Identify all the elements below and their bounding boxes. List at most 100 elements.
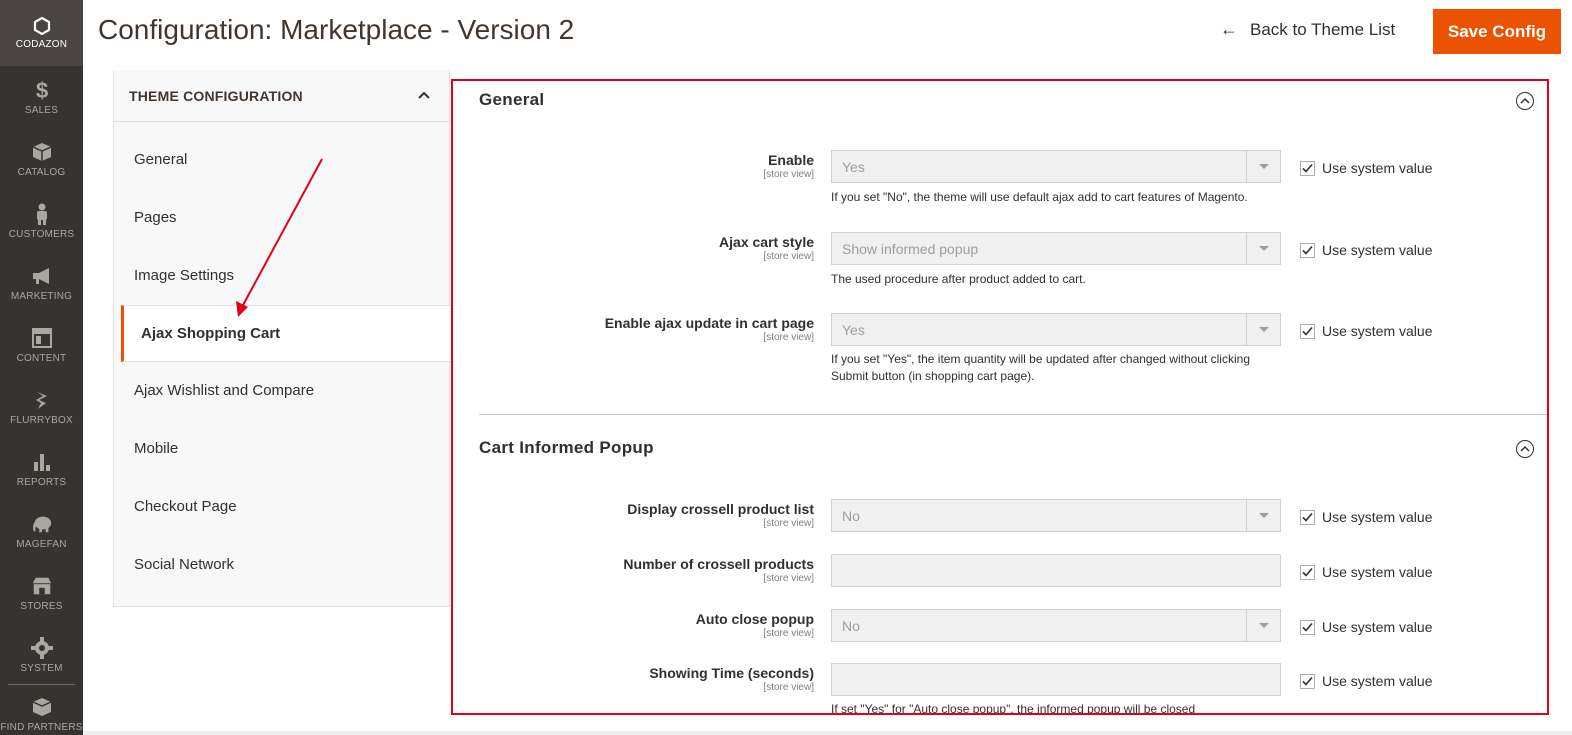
checkbox-checked-icon[interactable] [1300, 323, 1315, 339]
label-text: Display crossell product list [627, 501, 814, 517]
chevron-down-icon [1246, 151, 1280, 182]
nav-label-find-partners: FIND PARTNERS [0, 722, 83, 733]
store-icon [31, 575, 53, 597]
dollar-icon: $ [31, 79, 53, 101]
save-config-button[interactable]: Save Config [1433, 9, 1561, 54]
theme-configuration-header[interactable]: THEME CONFIGURATION [114, 70, 451, 122]
nav-item-customers[interactable]: CUSTOMERS [0, 190, 83, 252]
chevron-down-icon [1246, 500, 1280, 531]
annotation-arrow [236, 158, 323, 317]
checkbox-label: Use system value [1322, 323, 1433, 339]
select-value: No [842, 617, 860, 634]
ajax-cart-style-select[interactable]: Show informed popup [831, 232, 1281, 265]
display-crossell-select[interactable]: No [831, 499, 1281, 532]
section-title-general[interactable]: General [479, 90, 544, 110]
checkbox-label: Use system value [1322, 564, 1433, 580]
nav-label-system: SYSTEM [20, 662, 63, 674]
person-icon [31, 203, 53, 225]
cube-icon [31, 141, 53, 163]
theme-configuration-panel: THEME CONFIGURATION General Pages Image … [113, 70, 451, 607]
checkbox-checked-icon[interactable] [1300, 619, 1315, 635]
ajax-update-select[interactable]: Yes [831, 313, 1281, 346]
label-text: Ajax cart style [719, 234, 814, 250]
logo-label: CODAZON [15, 38, 68, 50]
checkbox-checked-icon[interactable] [1300, 242, 1315, 258]
checkbox-label: Use system value [1322, 619, 1433, 635]
nav-label-sales: SALES [24, 104, 59, 116]
scope-text: [store view] [763, 628, 814, 639]
theme-configuration-title: THEME CONFIGURATION [129, 87, 303, 104]
checkbox-label: Use system value [1322, 242, 1433, 258]
field-label-showing-time: Showing Time (seconds) [store view] [649, 665, 814, 693]
nav-item-sales[interactable]: $ SALES [0, 66, 83, 128]
page-footer-strip [83, 731, 1572, 735]
chevron-up-icon[interactable] [415, 86, 433, 104]
nav-item-flurrybox[interactable]: FLURRYBOX [0, 376, 83, 438]
checkbox-checked-icon[interactable] [1300, 160, 1315, 176]
nav-item-reports[interactable]: REPORTS [0, 438, 83, 500]
use-system-value-enable[interactable]: Use system value [1300, 160, 1432, 176]
logo[interactable]: CODAZON [0, 0, 83, 66]
back-to-theme-list-button[interactable]: ← Back to Theme List [1220, 19, 1395, 40]
nav-label-flurrybox: FLURRYBOX [10, 414, 73, 426]
config-tab-social-network[interactable]: Social Network [114, 536, 451, 593]
field-label-auto-close: Auto close popup [store view] [696, 611, 814, 639]
select-value: No [842, 507, 860, 524]
nav-label-magefan: MAGEFAN [16, 538, 67, 550]
checkbox-label: Use system value [1322, 673, 1433, 689]
section-divider [479, 414, 1547, 415]
auto-close-select[interactable]: No [831, 609, 1281, 642]
config-tab-mobile[interactable]: Mobile [114, 420, 451, 477]
nav-item-find-partners[interactable]: FIND PARTNERS [0, 690, 83, 735]
use-system-value-ajax-cart-style[interactable]: Use system value [1300, 242, 1432, 258]
use-system-value-ajax-update[interactable]: Use system value [1300, 323, 1432, 339]
label-text: Showing Time (seconds) [649, 665, 814, 681]
scope-text: [store view] [763, 573, 814, 584]
nav-divider [8, 684, 75, 685]
checkbox-label: Use system value [1322, 160, 1433, 176]
checkbox-checked-icon[interactable] [1300, 564, 1315, 580]
checkbox-checked-icon[interactable] [1300, 673, 1315, 689]
use-system-value-auto-close[interactable]: Use system value [1300, 619, 1432, 635]
section-title-cart-informed-popup[interactable]: Cart Informed Popup [479, 438, 654, 458]
nav-label-reports: REPORTS [16, 476, 67, 488]
field-note-ajax-cart-style: The used procedure after product added t… [831, 272, 1086, 286]
collapse-general-icon[interactable] [1516, 92, 1534, 110]
config-tab-ajax-wishlist-compare[interactable]: Ajax Wishlist and Compare [114, 362, 451, 419]
config-tab-checkout-page[interactable]: Checkout Page [114, 478, 451, 535]
use-system-value-showing-time[interactable]: Use system value [1300, 673, 1432, 689]
field-note-ajax-update: If you set "Yes", the item quantity will… [831, 352, 1250, 383]
nav-item-magefan[interactable]: MAGEFAN [0, 500, 83, 562]
label-text: Enable [768, 152, 814, 168]
nav-item-catalog[interactable]: CATALOG [0, 128, 83, 190]
checkbox-label: Use system value [1322, 509, 1433, 525]
field-label-ajax-cart-style: Ajax cart style [store view] [719, 234, 814, 262]
collapse-popup-icon[interactable] [1516, 440, 1534, 458]
elephant-icon [31, 513, 53, 535]
label-text: Enable ajax update in cart page [604, 315, 814, 331]
number-crossell-input[interactable] [831, 554, 1281, 587]
megaphone-icon [31, 265, 53, 287]
gear-icon [30, 636, 53, 659]
enable-select[interactable]: Yes [831, 150, 1281, 183]
nav-item-content[interactable]: CONTENT [0, 314, 83, 376]
field-note-showing-time: If set "Yes" for "Auto close popup", the… [831, 702, 1196, 715]
chevron-down-icon [1246, 233, 1280, 264]
select-value: Yes [842, 321, 865, 338]
use-system-value-number-crossell[interactable]: Use system value [1300, 564, 1432, 580]
nav-item-stores[interactable]: STORES [0, 562, 83, 624]
box-icon [31, 696, 53, 718]
field-label-display-crossell: Display crossell product list [store vie… [627, 501, 814, 529]
scope-text: [store view] [763, 169, 814, 180]
nav-label-customers: CUSTOMERS [8, 228, 75, 240]
nav-item-system[interactable]: SYSTEM [0, 624, 83, 686]
use-system-value-display-crossell[interactable]: Use system value [1300, 509, 1432, 525]
codazon-logo-icon [33, 16, 50, 35]
checkbox-checked-icon[interactable] [1300, 509, 1315, 525]
scope-text: [store view] [763, 332, 814, 343]
nav-label-catalog: CATALOG [17, 166, 66, 178]
chevron-down-icon [1246, 610, 1280, 641]
showing-time-input[interactable] [831, 663, 1281, 696]
app-root: CODAZON $ SALES CATALOG CUSTOMERS MARKET… [0, 0, 1572, 735]
nav-item-marketing[interactable]: MARKETING [0, 252, 83, 314]
